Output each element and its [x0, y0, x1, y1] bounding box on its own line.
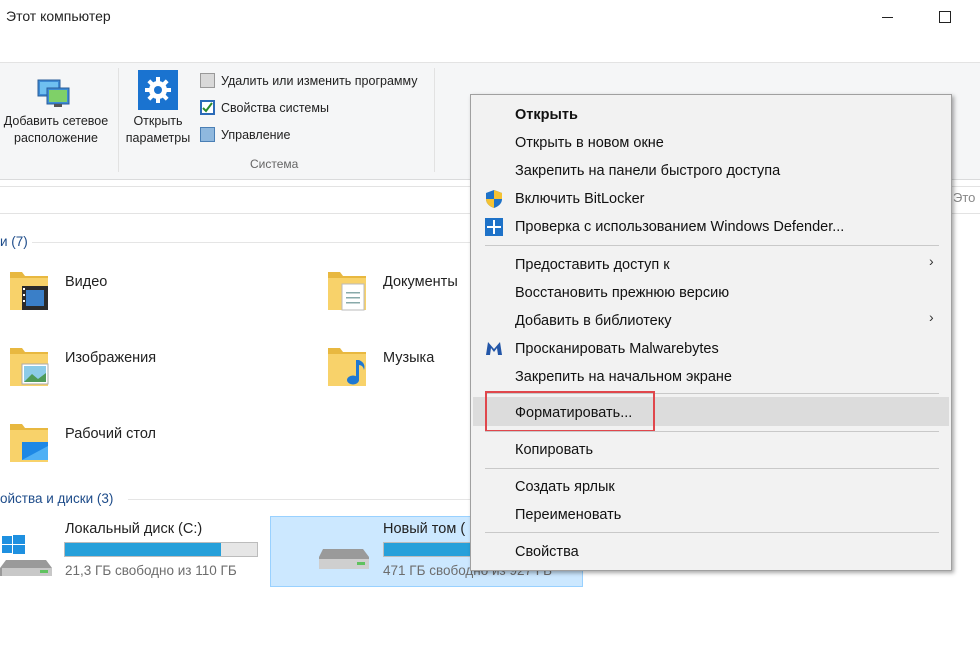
shield-icon: [486, 190, 502, 208]
pictures-folder-icon: [10, 348, 49, 386]
menu-item-open-new-window[interactable]: Открыть в новом окне: [515, 135, 664, 151]
computer-manage-icon: [200, 127, 215, 142]
manage-button[interactable]: Управление: [200, 127, 291, 142]
folder-video[interactable]: Видео: [0, 262, 260, 322]
menu-item-share[interactable]: Предоставить доступ к: [515, 257, 670, 273]
section-divider: [32, 242, 472, 243]
open-settings-button[interactable]: Открыть параметры: [122, 70, 194, 154]
menu-item-defender[interactable]: Проверка с использованием Windows Defend…: [515, 219, 844, 235]
drive-free-space: 21,3 ГБ свободно из 110 ГБ: [65, 563, 237, 578]
add-network-label-1: Добавить сетевое: [3, 114, 109, 128]
search-placeholder[interactable]: Это: [953, 190, 975, 205]
folder-music[interactable]: Музыка: [318, 338, 468, 398]
documents-folder-icon: [328, 272, 366, 311]
uninstall-label: Удалить или изменить программу: [221, 73, 418, 88]
open-settings-label-1: Открыть: [133, 114, 183, 128]
malwarebytes-icon: [486, 342, 502, 355]
menu-item-bitlocker[interactable]: Включить BitLocker: [515, 191, 645, 207]
menu-separator: [485, 468, 939, 469]
folders-section-header[interactable]: и (7): [0, 234, 28, 249]
windows-drive-icon: [0, 535, 52, 576]
context-menu: Открыть Открыть в новом окне Закрепить н…: [470, 94, 952, 571]
music-folder-icon: [328, 348, 366, 386]
folder-label: Музыка: [383, 350, 435, 366]
menu-item-add-library[interactable]: Добавить в библиотеку: [515, 313, 672, 329]
drives-section-header[interactable]: ойства и диски (3): [0, 491, 113, 506]
uninstall-icon: [200, 73, 215, 88]
ribbon-separator: [118, 68, 119, 172]
minimize-button[interactable]: [876, 6, 898, 28]
checkmark-icon: [200, 100, 215, 115]
highlight-annotation-box: [485, 391, 655, 432]
menu-separator: [485, 431, 939, 432]
menu-separator: [485, 245, 939, 246]
uninstall-program-button[interactable]: Удалить или изменить программу: [200, 73, 418, 88]
menu-item-rename[interactable]: Переименовать: [515, 507, 621, 523]
video-folder-icon: [10, 272, 48, 310]
menu-item-open[interactable]: Открыть: [515, 107, 578, 123]
add-network-location-button[interactable]: Добавить сетевое расположение: [0, 72, 112, 156]
title-bar: [0, 0, 980, 34]
drive-usage-bar: [64, 542, 258, 557]
submenu-arrow-icon: ›: [929, 253, 934, 269]
menu-item-copy[interactable]: Копировать: [515, 442, 593, 458]
folder-label: Документы: [383, 274, 458, 290]
menu-separator: [485, 532, 939, 533]
folder-label: Рабочий стол: [65, 426, 157, 442]
maximize-button[interactable]: [934, 6, 956, 28]
drive-name: Локальный диск (C:): [65, 521, 203, 537]
network-location-icon: [37, 79, 70, 107]
hard-drive-icon: [319, 549, 369, 569]
window-title: Этот компьютер: [6, 8, 111, 24]
folder-label: Видео: [65, 274, 108, 290]
manage-label: Управление: [221, 127, 291, 142]
drive-usage-fill: [384, 543, 479, 556]
maximize-icon: [939, 11, 951, 23]
menu-item-malwarebytes[interactable]: Просканировать Malwarebytes: [515, 341, 719, 357]
submenu-arrow-icon: ›: [929, 309, 934, 325]
ribbon-group-label: Система: [250, 157, 299, 171]
menu-item-restore[interactable]: Восстановить прежнюю версию: [515, 285, 729, 301]
menu-item-create-shortcut[interactable]: Создать ярлык: [515, 479, 615, 495]
menu-item-properties[interactable]: Свойства: [515, 544, 579, 560]
folder-label: Изображения: [65, 350, 157, 366]
drive-c[interactable]: Локальный диск (C:) 21,3 ГБ свободно из …: [0, 516, 262, 586]
system-properties-button[interactable]: Свойства системы: [200, 100, 329, 115]
folder-pictures[interactable]: Изображения: [0, 338, 260, 398]
folder-documents[interactable]: Документы: [318, 262, 468, 322]
drive-name: Новый том (: [383, 521, 466, 537]
open-settings-label-2: параметры: [125, 131, 191, 145]
menu-item-pin-quick-access[interactable]: Закрепить на панели быстрого доступа: [515, 163, 780, 179]
menu-item-pin-start[interactable]: Закрепить на начальном экране: [515, 369, 732, 385]
ribbon-separator: [434, 68, 435, 172]
section-divider: [128, 499, 472, 500]
desktop-folder-icon: [10, 424, 48, 462]
minimize-icon: [881, 16, 893, 18]
defender-icon: [485, 218, 503, 236]
add-network-label-2: расположение: [14, 131, 98, 145]
drive-usage-fill: [65, 543, 221, 556]
gear-icon: [138, 70, 178, 110]
system-properties-label: Свойства системы: [221, 100, 329, 115]
folder-desktop[interactable]: Рабочий стол: [0, 414, 260, 474]
